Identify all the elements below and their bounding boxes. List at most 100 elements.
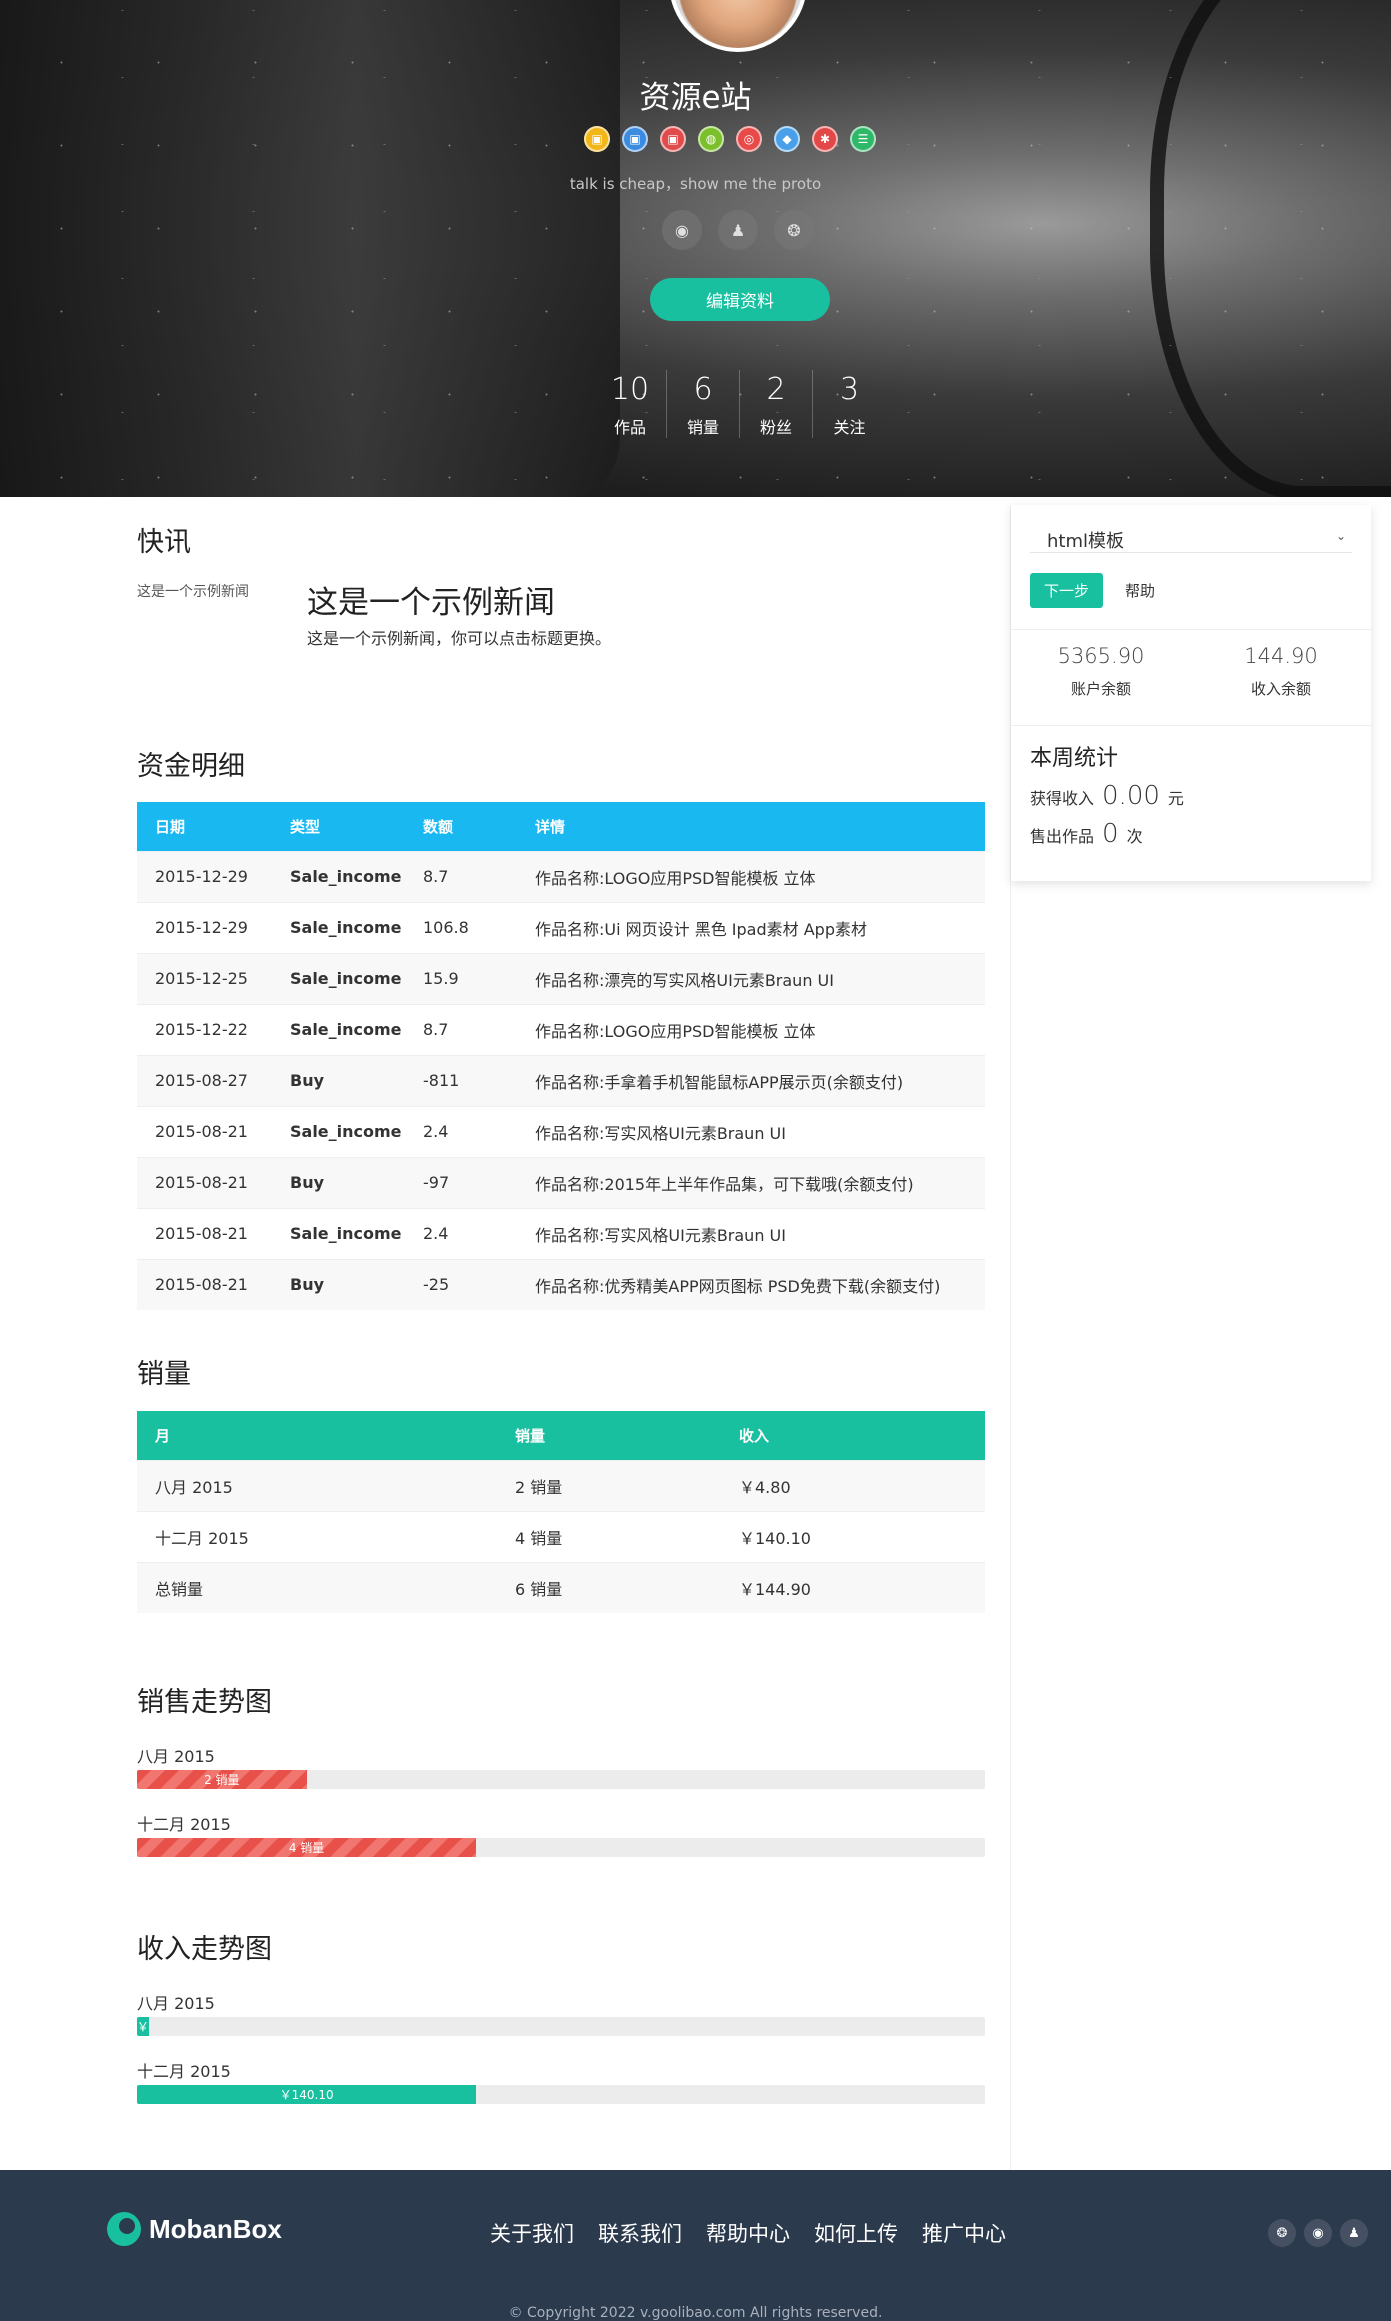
sales-table-header: 月销量 收入 <box>137 1411 985 1460</box>
table-cell: 作品名称:LOGO应用PSD智能模板 立体 <box>517 1003 985 1055</box>
table-row: 2015-12-25 Sale_income 15.9 作品名称:漂亮的写实风格UI元… <box>137 952 985 1004</box>
chevron-down-icon: ⌄ <box>1335 529 1346 543</box>
table-cell: 十二月 2015 <box>137 1510 497 1562</box>
table-cell: 2015-08-21 <box>137 1207 272 1259</box>
column-header: 日期 <box>137 802 272 851</box>
table-cell: -97 <box>405 1156 517 1208</box>
footer-logo[interactable]: MobanBox <box>107 2212 282 2246</box>
help-button[interactable]: 帮助 <box>1114 573 1166 608</box>
footer-nav-link[interactable]: 推广中心 <box>922 2218 1006 2248</box>
column-header: 详情 <box>517 802 985 851</box>
footer-nav-link[interactable]: 帮助中心 <box>706 2218 790 2248</box>
category-select[interactable]: html模板 ⌄ <box>1030 513 1352 553</box>
sales-table: 月销量 收入 八月 2015 2 销量 ￥4.80 十二月 2015 4 销量 ￥140.1… <box>137 1411 985 1613</box>
table-cell: Buy <box>272 1258 405 1310</box>
table-cell: 106.8 <box>405 901 517 953</box>
table-cell: 作品名称:写实风格UI元素Braun UI <box>517 1207 985 1259</box>
table-row: 2015-08-21 Buy -97 作品名称:2015年上半年作品集，可下载哦(余额… <box>137 1156 985 1208</box>
table-cell: 作品名称:2015年上半年作品集，可下载哦(余额支付) <box>517 1156 985 1208</box>
profile-stat-value: 3 <box>839 372 860 407</box>
income-trend-title: 收入走势图 <box>137 1934 272 1965</box>
gear-badge-icon[interactable]: ✱ <box>812 126 838 152</box>
account-balance: 5365.90 账户余额 <box>1011 630 1191 725</box>
table-cell: 2 销量 <box>497 1459 721 1511</box>
badge-red-icon[interactable]: ▣ <box>660 126 686 152</box>
column-header: 收入 <box>721 1411 985 1460</box>
table-cell: Sale_income <box>272 850 405 902</box>
qq-icon[interactable]: ♟ <box>1340 2219 1368 2247</box>
weekly-sold-line: 售出作品 0 次 <box>1030 819 1143 849</box>
copyright-text: © Copyright 2022 v.goolibao.com All righ… <box>508 2305 883 2321</box>
table-cell: 2015-12-29 <box>137 901 272 953</box>
table-cell: 作品名称:写实风格UI元素Braun UI <box>517 1105 985 1157</box>
table-row: 2015-08-21 Sale_income 2.4 作品名称:写实风格UI元素Bra… <box>137 1207 985 1259</box>
wechat-icon[interactable]: ❂ <box>1268 2219 1296 2247</box>
weekly-sold-unit: 次 <box>1126 827 1143 846</box>
profile-stat[interactable]: 2 粉丝 <box>740 370 813 438</box>
profile-stats: 10 作品 6 销量 2 粉丝 3 关注 <box>594 370 886 438</box>
social-links: ◉ ♟ ❂ <box>662 210 814 250</box>
lifebuoy-icon[interactable]: ◎ <box>736 126 762 152</box>
footer-nav-link[interactable]: 联系我们 <box>598 2218 682 2248</box>
site-footer: MobanBox 关于我们 联系我们 帮助中心 如何上传 推广中心 ❂ ◉ ♟ © Copy… <box>0 2170 1391 2321</box>
news-image[interactable]: 这是一个示例新闻 <box>137 581 249 601</box>
sales-trend-title: 销售走势图 <box>137 1687 272 1718</box>
table-cell: Sale_income <box>272 1105 405 1157</box>
footer-nav-link[interactable]: 如何上传 <box>814 2218 898 2248</box>
next-step-button[interactable]: 下一步 <box>1030 573 1103 608</box>
progress-bar-fill: 4 销量 <box>137 1838 477 1857</box>
profile-stat[interactable]: 3 关注 <box>813 370 886 438</box>
column-header: 类型 <box>272 802 405 851</box>
badge-green-chip-icon[interactable]: ◍ <box>698 126 724 152</box>
table-cell: 作品名称:LOGO应用PSD智能模板 立体 <box>517 850 985 902</box>
profile-stat[interactable]: 10 作品 <box>594 370 667 438</box>
table-cell: 2015-12-25 <box>137 952 272 1004</box>
profile-stat[interactable]: 6 销量 <box>667 370 740 438</box>
profile-stat-value: 2 <box>766 372 786 407</box>
profile-hero: 资源e站 ▣ ▣ ▣ ◍ ◎ ◆ ✱ ☰ talk is cheap，show me the … <box>0 0 1391 497</box>
table-cell: 作品名称:Ui 网页设计 黑色 Ipad素材 App素材 <box>517 901 985 953</box>
news-item-title[interactable]: 这是一个示例新闻 <box>307 577 555 622</box>
menu-badge-icon[interactable]: ☰ <box>850 126 876 152</box>
footer-logo-text: MobanBox <box>149 2213 282 2244</box>
mobanbox-logo-icon <box>107 2212 141 2246</box>
profile-stat-label: 作品 <box>613 418 646 437</box>
table-row: 2015-12-22 Sale_income 8.7 作品名称:LOGO应用PSD智能… <box>137 1003 985 1055</box>
weekly-income-value: 0.00 <box>1102 781 1160 811</box>
table-cell: 6 销量 <box>497 1561 721 1613</box>
weibo-icon[interactable]: ◉ <box>1304 2219 1332 2247</box>
weekly-income-unit: 元 <box>1167 789 1184 808</box>
table-cell: 2.4 <box>405 1207 517 1259</box>
table-cell: 作品名称:手拿着手机智能鼠标APP展示页(余额支付) <box>517 1054 985 1106</box>
bar-label: 十二月 2015 <box>137 1815 231 1834</box>
account-balance-label: 账户余额 <box>1070 680 1131 698</box>
badge-yellow-icon[interactable]: ▣ <box>584 126 610 152</box>
column-header: 月 <box>137 1411 497 1460</box>
table-cell: 8.7 <box>405 850 517 902</box>
table-cell: 2015-12-29 <box>137 850 272 902</box>
profile-motto: talk is cheap，show me the proto <box>569 175 822 193</box>
profile-stat-label: 销量 <box>686 418 719 437</box>
table-cell: ￥140.10 <box>721 1510 985 1562</box>
qq-icon[interactable]: ♟ <box>718 210 758 250</box>
news-section-title: 快讯 <box>137 527 191 558</box>
badge-blue-icon[interactable]: ▣ <box>622 126 648 152</box>
table-cell: 2015-08-27 <box>137 1054 272 1106</box>
table-cell: Buy <box>272 1054 405 1106</box>
table-cell: Sale_income <box>272 952 405 1004</box>
wechat-icon[interactable]: ❂ <box>774 210 814 250</box>
footer-nav-link[interactable]: 关于我们 <box>490 2218 574 2248</box>
weekly-stats-title: 本周统计 <box>1030 746 1119 771</box>
weekly-income-label: 获得收入 <box>1030 789 1095 808</box>
table-cell: 作品名称:优秀精美APP网页图标 PSD免费下载(余额支付) <box>517 1258 985 1310</box>
progress-bar-fill: 2 销量 <box>137 1770 307 1789</box>
progress-bar-track: ￥ <box>137 2017 985 2036</box>
badge-list: ▣ ▣ ▣ ◍ ◎ ◆ ✱ ☰ <box>584 126 876 152</box>
weibo-icon[interactable]: ◉ <box>662 210 702 250</box>
bar-label: 八月 2015 <box>137 1994 215 2013</box>
edit-profile-button[interactable]: 编辑资料 <box>650 278 830 321</box>
cube-icon[interactable]: ◆ <box>774 126 800 152</box>
funds-table: 日期 类型 数额 详情 2015-12-29 Sale_income 8.7 作品名称:LO… <box>137 802 985 1310</box>
table-row: 2015-08-27 Buy -811 作品名称:手拿着手机智能鼠标APP展示页(余额… <box>137 1054 985 1106</box>
table-cell: Sale_income <box>272 1207 405 1259</box>
